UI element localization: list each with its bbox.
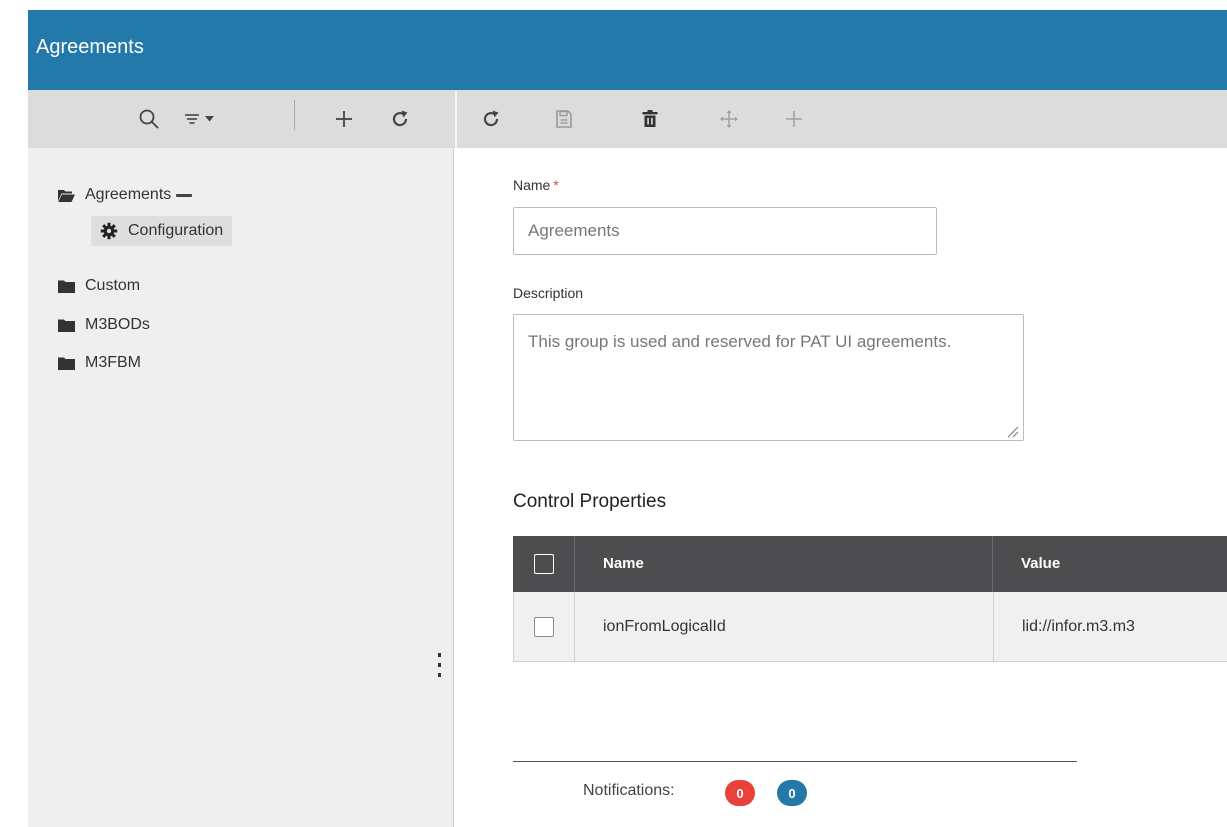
required-marker: * [553,177,559,193]
folder-icon [58,319,75,332]
cell-name[interactable]: ionFromLogicalId [575,592,994,661]
move-icon[interactable] [714,104,744,134]
tree-item-label: M3FBM [85,354,141,371]
pane-resize-handle[interactable] [438,653,442,677]
tree-item-label: Custom [85,277,141,294]
refresh-icon[interactable] [385,104,415,134]
row-select-cell [514,592,575,661]
select-all-cell [513,536,575,592]
app-header: Agreements [28,10,1227,90]
notifications-label: Notifications: [583,782,675,799]
search-icon[interactable] [134,104,164,134]
footer-divider [513,761,1077,762]
tree-item-configuration[interactable]: Configuration [91,216,233,246]
detail-pane: Name* Description This group is used and… [455,148,1227,827]
add-icon[interactable] [329,104,359,134]
delete-icon[interactable] [635,104,665,134]
tree-sidebar: Agreements Configuration Custom M3BODs M… [28,148,454,827]
resize-grip-icon[interactable] [1005,424,1019,438]
error-count-badge[interactable]: 0 [725,780,755,806]
folder-icon [58,357,75,370]
filter-icon[interactable] [178,104,224,134]
grid-header: Name Value [513,536,1227,592]
info-count-badge[interactable]: 0 [777,780,807,806]
tree-item-custom[interactable]: Custom [58,277,140,295]
add-icon[interactable] [779,104,809,134]
toolbar [28,90,1227,148]
control-properties-title: Control Properties [513,491,667,512]
name-label: Name * [513,177,559,193]
window-left-edge [0,0,28,827]
folder-icon [58,280,75,293]
tree-item-agreements[interactable]: Agreements [58,186,193,204]
page-title: Agreements [36,36,144,58]
row-checkbox[interactable] [534,616,554,637]
tree-item-m3fbm[interactable]: M3FBM [58,354,141,372]
column-header-name[interactable]: Name [575,536,993,592]
toolbar-pane-divider [455,90,457,148]
tree-item-m3bods[interactable]: M3BODs [58,316,150,334]
name-field[interactable] [513,207,937,255]
toolbar-separator [294,100,295,130]
refresh-icon[interactable] [476,104,506,134]
select-all-checkbox[interactable] [533,554,554,574]
control-properties-grid: Name Value ionFromLogicalId lid://infor.… [513,536,1227,662]
table-row[interactable]: ionFromLogicalId lid://infor.m3.m3 [513,592,1227,662]
tree-item-label: M3BODs [85,316,150,333]
column-header-value[interactable]: Value [993,536,1227,592]
collapse-dash-icon[interactable] [176,193,193,197]
description-field[interactable]: This group is used and reserved for PAT … [513,314,1024,441]
gear-icon [100,222,118,240]
folder-open-icon [58,189,75,202]
tree-item-label: Configuration [128,222,224,239]
cell-value[interactable]: lid://infor.m3.m3 [994,592,1227,661]
description-label: Description [513,285,584,301]
tree-item-label: Agreements [85,186,172,203]
save-icon[interactable] [549,104,579,134]
